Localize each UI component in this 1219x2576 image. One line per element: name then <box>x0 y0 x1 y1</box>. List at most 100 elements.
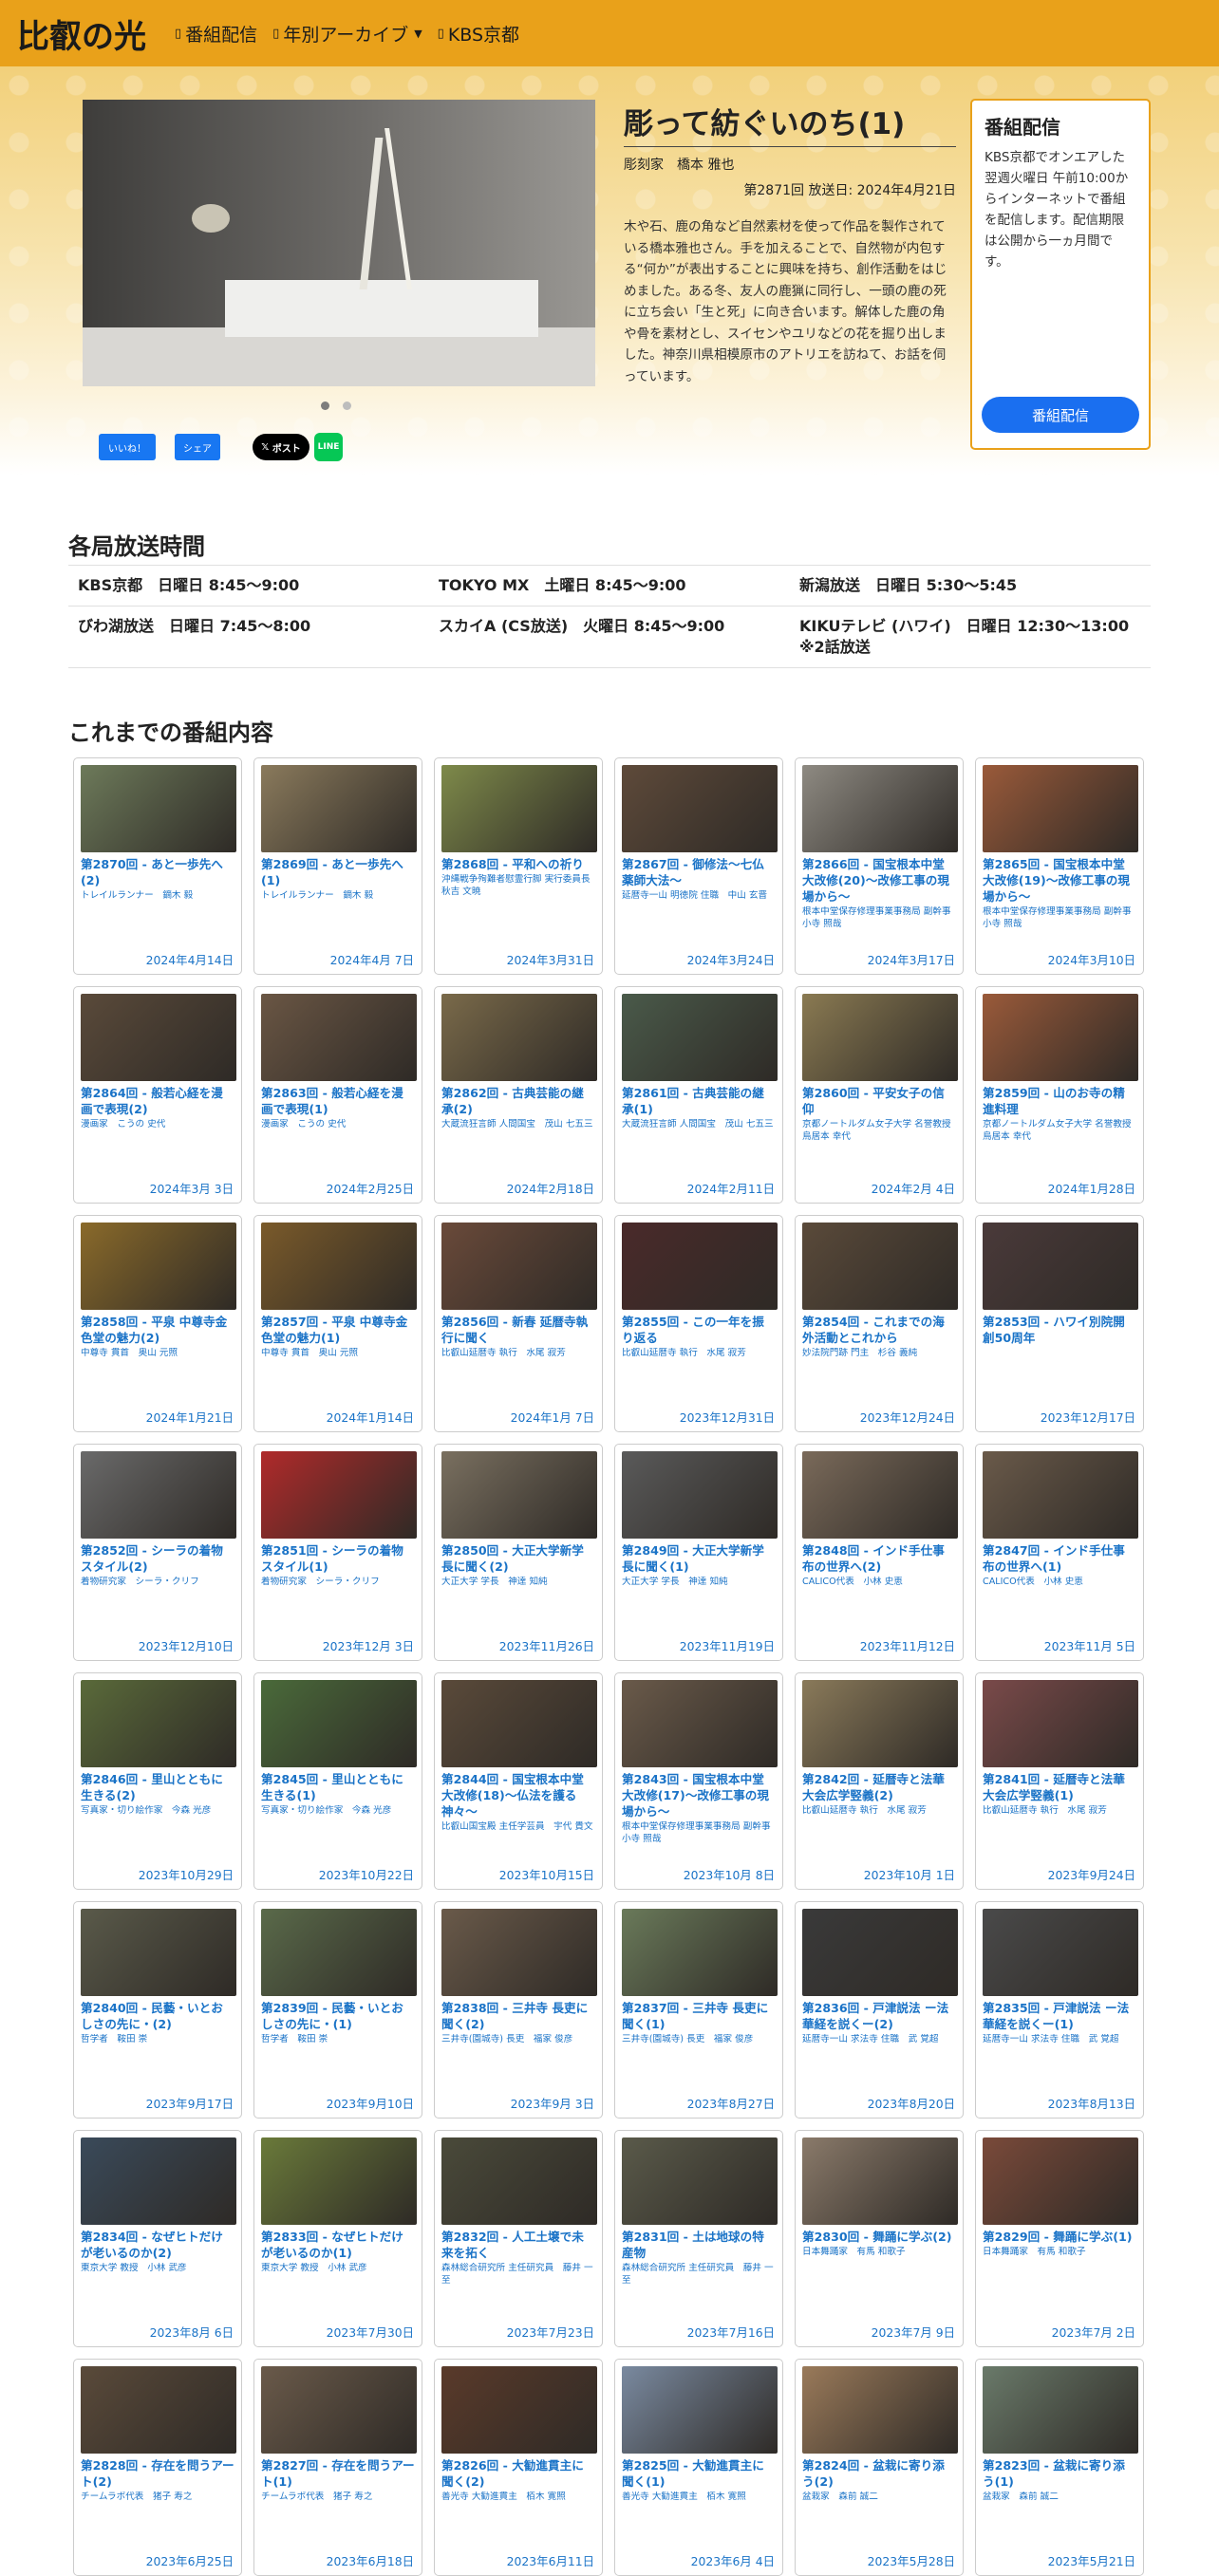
episode-card[interactable]: 第2836回 - 戸津説法 ー法華経を説くー(2) 延暦寺一山 求法寺 住職 武 … <box>795 1901 964 2119</box>
episode-title-link[interactable]: 第2825回 - 大勧進貫主に聞く(1) <box>622 2457 776 2490</box>
episode-thumbnail[interactable] <box>261 1451 417 1539</box>
episode-title-link[interactable]: 第2848回 - インド手仕事布の世界へ(2) <box>802 1542 956 1575</box>
episode-card[interactable]: 第2826回 - 大勧進貫主に聞く(2) 善光寺 大勧進貫主 栢木 寛照 2023年… <box>434 2359 603 2576</box>
episode-card[interactable]: 第2831回 - 土は地球の特産物 森林総合研究所 主任研究員 藤井 一至 2023… <box>614 2130 783 2347</box>
episode-card[interactable]: 第2857回 - 平泉 中尊寺金色堂の魅力(1) 中尊寺 貫首 奥山 元照 2024… <box>253 1215 422 1432</box>
episode-thumbnail[interactable] <box>802 1451 958 1539</box>
episode-card[interactable]: 第2838回 - 三井寺 長吏に聞く(2) 三井寺(園城寺) 長吏 福家 俊彦 20… <box>434 1901 603 2119</box>
episode-card[interactable]: 第2864回 - 般若心経を漫画で表現(2) 漫画家 こうの 史代 2024年3月 … <box>73 986 242 1204</box>
episode-thumbnail[interactable] <box>622 765 778 852</box>
episode-thumbnail[interactable] <box>441 2137 597 2225</box>
episode-card[interactable]: 第2834回 - なぜヒトだけが老いるのか(2) 東京大学 教授 小林 武彦 202… <box>73 2130 242 2347</box>
episode-title-link[interactable]: 第2840回 - 民藝・いとおしさの先に・(2) <box>81 2000 234 2032</box>
episode-card[interactable]: 第2842回 - 延暦寺と法華大会広学竪義(2) 比叡山延暦寺 執行 水尾 寂芳 2… <box>795 1672 964 1890</box>
episode-thumbnail[interactable] <box>261 1223 417 1310</box>
episode-title-link[interactable]: 第2868回 - 平和への祈り <box>441 856 595 872</box>
episode-card[interactable]: 第2862回 - 古典芸能の継承(2) 大蔵流狂言師 人間国宝 茂山 七五三 202… <box>434 986 603 1204</box>
episode-card[interactable]: 第2827回 - 存在を問うアート(1) チームラボ代表 猪子 寿之 2023年6月… <box>253 2359 422 2576</box>
episode-thumbnail[interactable] <box>622 1223 778 1310</box>
episode-title-link[interactable]: 第2853回 - ハワイ別院開創50周年 <box>983 1314 1136 1346</box>
episode-card[interactable]: 第2868回 - 平和への祈り 沖縄戦争殉難者慰霊行脚 実行委員長 秋吉 文暁 20… <box>434 757 603 975</box>
episode-thumbnail[interactable] <box>81 2137 236 2225</box>
episode-title-link[interactable]: 第2842回 - 延暦寺と法華大会広学竪義(2) <box>802 1771 956 1803</box>
episode-card[interactable]: 第2849回 - 大正大学新学長に聞く(1) 大正大学 学長 神達 知純 2023年… <box>614 1444 783 1661</box>
episode-thumbnail[interactable] <box>441 1680 597 1767</box>
episode-title-link[interactable]: 第2863回 - 般若心経を漫画で表現(1) <box>261 1085 415 1117</box>
episode-card[interactable]: 第2843回 - 国宝根本中堂大改修(17)〜改修工事の現場から〜 根本中堂保存修… <box>614 1672 783 1890</box>
episode-card[interactable]: 第2837回 - 三井寺 長吏に聞く(1) 三井寺(園城寺) 長吏 福家 俊彦 20… <box>614 1901 783 2119</box>
line-share-button[interactable]: LINE <box>314 433 343 461</box>
episode-card[interactable]: 第2840回 - 民藝・いとおしさの先に・(2) 哲学者 鞍田 崇 2023年9月1… <box>73 1901 242 2119</box>
episode-card[interactable]: 第2863回 - 般若心経を漫画で表現(1) 漫画家 こうの 史代 2024年2月2… <box>253 986 422 1204</box>
episode-card[interactable]: 第2839回 - 民藝・いとおしさの先に・(1) 哲学者 鞍田 崇 2023年9月1… <box>253 1901 422 2119</box>
episode-title-link[interactable]: 第2861回 - 古典芸能の継承(1) <box>622 1085 776 1117</box>
episode-title-link[interactable]: 第2844回 - 国宝根本中堂大改修(18)〜仏法を護る神々〜 <box>441 1771 595 1820</box>
episode-title-link[interactable]: 第2826回 - 大勧進貫主に聞く(2) <box>441 2457 595 2490</box>
episode-title-link[interactable]: 第2851回 - シーラの着物スタイル(1) <box>261 1542 415 1575</box>
episode-card[interactable]: 第2825回 - 大勧進貫主に聞く(1) 善光寺 大勧進貫主 栢木 寛照 2023年… <box>614 2359 783 2576</box>
episode-thumbnail[interactable] <box>81 765 236 852</box>
episode-thumbnail[interactable] <box>622 1909 778 1996</box>
episode-title-link[interactable]: 第2870回 - あと一歩先へ(2) <box>81 856 234 888</box>
episode-card[interactable]: 第2830回 - 舞踊に学ぶ(2) 日本舞踊家 有馬 和歌子 2023年7月 9日 <box>795 2130 964 2347</box>
episode-thumbnail[interactable] <box>983 994 1138 1081</box>
episode-title-link[interactable]: 第2838回 - 三井寺 長吏に聞く(2) <box>441 2000 595 2032</box>
episode-card[interactable]: 第2854回 - これまでの海外活動とこれから 妙法院門跡 門主 杉谷 義純 202… <box>795 1215 964 1432</box>
carousel-dot-2[interactable] <box>343 401 351 410</box>
episode-title-link[interactable]: 第2836回 - 戸津説法 ー法華経を説くー(2) <box>802 2000 956 2032</box>
episode-card[interactable]: 第2841回 - 延暦寺と法華大会広学竪義(1) 比叡山延暦寺 執行 水尾 寂芳 2… <box>975 1672 1144 1890</box>
site-logo[interactable]: 比叡の光 <box>17 10 146 57</box>
episode-title-link[interactable]: 第2830回 - 舞踊に学ぶ(2) <box>802 2229 956 2245</box>
nav-item-archive-dropdown[interactable]: ▯ 年別アーカイブ ▼ <box>272 21 422 47</box>
episode-thumbnail[interactable] <box>622 1680 778 1767</box>
episode-card[interactable]: 第2866回 - 国宝根本中堂大改修(20)〜改修工事の現場から〜 根本中堂保存修… <box>795 757 964 975</box>
episode-thumbnail[interactable] <box>622 994 778 1081</box>
episode-card[interactable]: 第2861回 - 古典芸能の継承(1) 大蔵流狂言師 人間国宝 茂山 七五三 202… <box>614 986 783 1204</box>
episode-title-link[interactable]: 第2849回 - 大正大学新学長に聞く(1) <box>622 1542 776 1575</box>
episode-title-link[interactable]: 第2866回 - 国宝根本中堂大改修(20)〜改修工事の現場から〜 <box>802 856 956 905</box>
episode-thumbnail[interactable] <box>441 1451 597 1539</box>
episode-title-link[interactable]: 第2867回 - 御修法〜七仏薬師大法〜 <box>622 856 776 888</box>
episode-thumbnail[interactable] <box>441 1909 597 1996</box>
carousel-dot-1[interactable] <box>321 401 329 410</box>
episode-thumbnail[interactable] <box>802 994 958 1081</box>
episode-thumbnail[interactable] <box>261 994 417 1081</box>
episode-card[interactable]: 第2847回 - インド手仕事布の世界へ(1) CALICO代表 小林 史恵 202… <box>975 1444 1144 1661</box>
episode-thumbnail[interactable] <box>261 1680 417 1767</box>
episode-thumbnail[interactable] <box>81 1451 236 1539</box>
episode-card[interactable]: 第2860回 - 平安女子の信仰 京都ノートルダム女子大学 名誉教授 烏居本 幸代… <box>795 986 964 1204</box>
episode-card[interactable]: 第2870回 - あと一歩先へ(2) トレイルランナー 鏑木 毅 2024年4月14… <box>73 757 242 975</box>
episode-title-link[interactable]: 第2855回 - この一年を振り返る <box>622 1314 776 1346</box>
episode-card[interactable]: 第2865回 - 国宝根本中堂大改修(19)〜改修工事の現場から〜 根本中堂保存修… <box>975 757 1144 975</box>
episode-thumbnail[interactable] <box>261 765 417 852</box>
episode-thumbnail[interactable] <box>81 1909 236 1996</box>
episode-title-link[interactable]: 第2833回 - なぜヒトだけが老いるのか(1) <box>261 2229 415 2261</box>
episode-card[interactable]: 第2850回 - 大正大学新学長に聞く(2) 大正大学 学長 神達 知純 2023年… <box>434 1444 603 1661</box>
episode-thumbnail[interactable] <box>983 2366 1138 2454</box>
episode-thumbnail[interactable] <box>441 1223 597 1310</box>
episode-title-link[interactable]: 第2841回 - 延暦寺と法華大会広学竪義(1) <box>983 1771 1136 1803</box>
episode-title-link[interactable]: 第2829回 - 舞踊に学ぶ(1) <box>983 2229 1136 2245</box>
episode-thumbnail[interactable] <box>441 765 597 852</box>
episode-card[interactable]: 第2869回 - あと一歩先へ(1) トレイルランナー 鏑木 毅 2024年4月 7… <box>253 757 422 975</box>
episode-thumbnail[interactable] <box>983 765 1138 852</box>
episode-card[interactable]: 第2859回 - 山のお寺の精進料理 京都ノートルダム女子大学 名誉教授 烏居本 … <box>975 986 1144 1204</box>
episode-card[interactable]: 第2845回 - 里山とともに生きる(1) 写真家・切り絵作家 今森 光彦 2023… <box>253 1672 422 1890</box>
episode-thumbnail[interactable] <box>983 2137 1138 2225</box>
episode-title-link[interactable]: 第2865回 - 国宝根本中堂大改修(19)〜改修工事の現場から〜 <box>983 856 1136 905</box>
episode-card[interactable]: 第2823回 - 盆栽に寄り添う(1) 盆栽家 森前 誠二 2023年5月21日 <box>975 2359 1144 2576</box>
episode-title-link[interactable]: 第2859回 - 山のお寺の精進料理 <box>983 1085 1136 1117</box>
episode-title-link[interactable]: 第2834回 - なぜヒトだけが老いるのか(2) <box>81 2229 234 2261</box>
episode-title-link[interactable]: 第2852回 - シーラの着物スタイル(2) <box>81 1542 234 1575</box>
episode-thumbnail[interactable] <box>81 1680 236 1767</box>
episode-thumbnail[interactable] <box>983 1223 1138 1310</box>
episode-title-link[interactable]: 第2832回 - 人工土壌で未来を拓く <box>441 2229 595 2261</box>
episode-thumbnail[interactable] <box>802 1680 958 1767</box>
episode-card[interactable]: 第2824回 - 盆栽に寄り添う(2) 盆栽家 森前 誠二 2023年5月28日 <box>795 2359 964 2576</box>
episode-title-link[interactable]: 第2846回 - 里山とともに生きる(2) <box>81 1771 234 1803</box>
episode-card[interactable]: 第2846回 - 里山とともに生きる(2) 写真家・切り絵作家 今森 光彦 2023… <box>73 1672 242 1890</box>
episode-thumbnail[interactable] <box>441 994 597 1081</box>
episode-title-link[interactable]: 第2847回 - インド手仕事布の世界へ(1) <box>983 1542 1136 1575</box>
episode-thumbnail[interactable] <box>802 1909 958 1996</box>
x-post-button[interactable]: 𝕏 ポスト <box>253 434 309 460</box>
